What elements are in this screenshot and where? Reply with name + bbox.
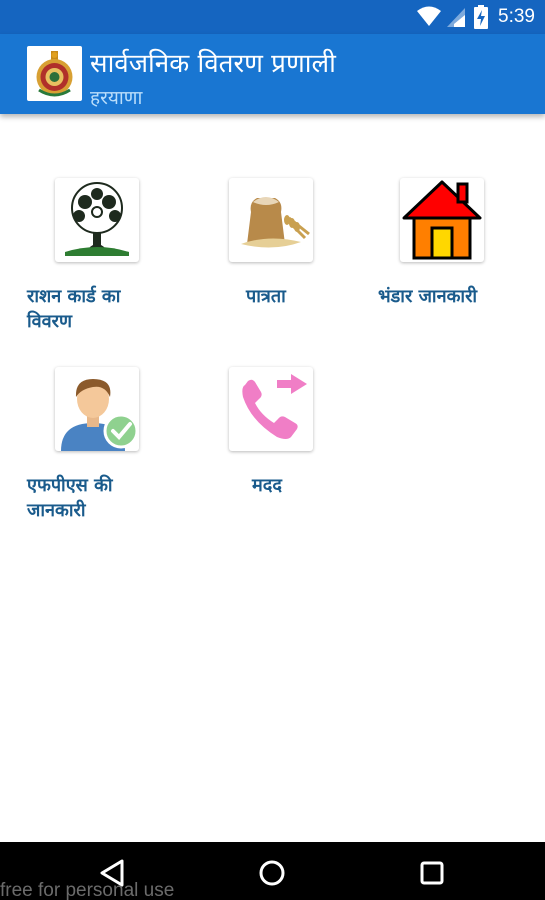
user-check-icon xyxy=(55,367,139,451)
wifi-icon xyxy=(416,6,442,28)
app-title: सार्वजनिक वितरण प्रणाली xyxy=(90,49,336,79)
home-icon[interactable] xyxy=(257,858,287,888)
menu-item-eligibility[interactable]: पात्रता xyxy=(201,178,341,318)
menu-item-fps-info[interactable]: एफपीएस की जानकारी xyxy=(27,367,167,527)
grain-sack-icon xyxy=(229,178,313,262)
house-icon xyxy=(400,178,484,262)
app-subtitle: हरयाणा xyxy=(90,87,143,109)
menu-item-help[interactable]: मदद xyxy=(201,367,341,507)
battery-charging-icon xyxy=(474,5,489,29)
cell-signal-icon xyxy=(446,6,466,28)
menu-item-label: राशन कार्ड का विवरण xyxy=(27,286,121,332)
menu-item-label: एफपीएस की जानकारी xyxy=(27,475,113,521)
recents-icon[interactable] xyxy=(417,858,447,888)
status-icons: 5:39 xyxy=(416,4,535,30)
menu-item-stock-info[interactable]: भंडार जानकारी xyxy=(375,178,515,318)
watermark-text: free for personal use xyxy=(0,880,175,900)
app-screen: 5:39 सार्वजनिक वितरण प्रणाली हरयाणा राशन… xyxy=(0,0,545,900)
status-time: 5:39 xyxy=(498,6,535,27)
haryana-emblem-icon xyxy=(27,46,82,101)
menu-item-label: भंडार जानकारी xyxy=(378,286,478,307)
phone-forward-icon xyxy=(229,367,313,451)
app-bar: सार्वजनिक वितरण प्रणाली हरयाणा xyxy=(0,34,545,114)
menu-item-label: मदद xyxy=(252,475,282,496)
menu-item-ration-card[interactable]: राशन कार्ड का विवरण xyxy=(27,178,167,338)
menu-item-label: पात्रता xyxy=(246,286,286,307)
status-bar: 5:39 xyxy=(0,0,545,34)
ration-card-tree-icon xyxy=(55,178,139,262)
